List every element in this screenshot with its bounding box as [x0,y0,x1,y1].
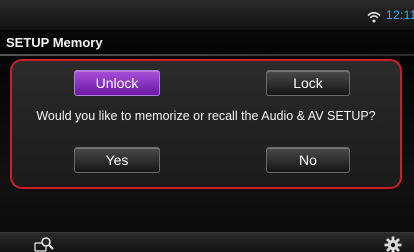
setup-memory-screen: 12:11 SETUP Memory Unlock Lock Would you… [0,0,414,252]
search-icon[interactable] [34,235,54,252]
bottom-bar [0,232,414,252]
gear-icon[interactable] [384,236,402,252]
dialog-question: Would you like to memorize or recall the… [36,109,376,123]
status-bar: 12:11 [0,0,414,30]
no-button[interactable]: No [266,147,350,173]
yes-button[interactable]: Yes [74,147,160,173]
wifi-icon [367,11,381,23]
page-title: SETUP Memory [6,35,103,50]
memory-dialog: Unlock Lock Would you like to memorize o… [10,59,402,189]
clock: 12:11 [386,8,414,22]
title-divider [0,54,414,56]
lock-button[interactable]: Lock [266,70,350,96]
unlock-button[interactable]: Unlock [74,70,160,96]
